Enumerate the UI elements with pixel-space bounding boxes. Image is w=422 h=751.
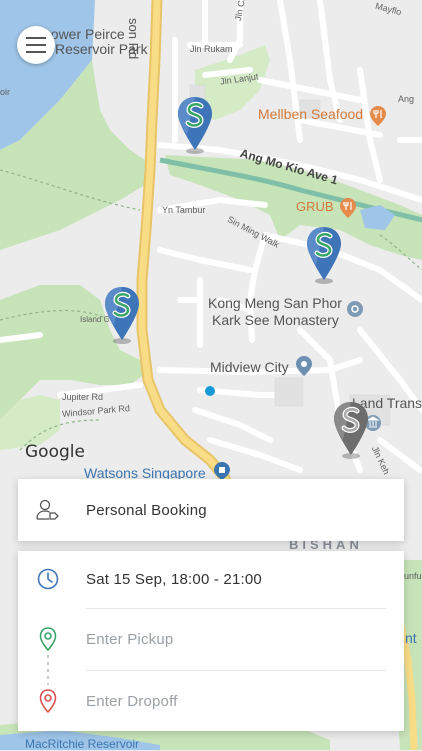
label-grub: GRUB: [296, 199, 334, 214]
dropoff-location-pin-icon: [36, 689, 60, 713]
label-jupiter-rd: Jupiter Rd: [62, 392, 104, 402]
current-location-dot: [205, 386, 215, 396]
pickup-location-pin-icon: [36, 627, 60, 651]
label-unfu: unfu: [404, 571, 422, 581]
label-lower-peirce: Lower Peirce: [43, 26, 125, 42]
dropoff-placeholder: Enter Dropoff: [86, 692, 178, 710]
datetime-selector[interactable]: Sat 15 Sep, 18:00 - 21:00: [18, 551, 404, 607]
label-midview-city: Midview City: [210, 359, 289, 375]
menu-button[interactable]: [17, 26, 55, 64]
restaurant-poi-icon[interactable]: [370, 106, 386, 126]
user-tag-icon: [36, 498, 60, 522]
label-son-rd: son Rd: [126, 18, 141, 60]
dropoff-field[interactable]: Enter Dropoff: [18, 671, 404, 731]
car-location-pin-icon[interactable]: [175, 95, 215, 155]
label-ang: Ang: [398, 94, 415, 104]
clock-icon: [36, 567, 60, 591]
car-location-pin-icon[interactable]: [102, 285, 142, 345]
label-kark-see: Kark See Monastery: [212, 312, 339, 328]
car-location-pin-unavailable-icon[interactable]: [331, 400, 371, 460]
pickup-field[interactable]: Enter Pickup: [18, 609, 404, 669]
hamburger-menu-icon: [26, 37, 46, 53]
label-kong-meng: Kong Meng San Phor: [208, 295, 342, 311]
trip-details-card: Sat 15 Sep, 18:00 - 21:00 Enter Pickup E…: [18, 551, 404, 731]
label-nt: nt: [405, 630, 417, 646]
shopping-poi-icon[interactable]: [214, 462, 230, 480]
label-yn-tambur: Yn Tambur: [162, 205, 206, 215]
booking-type-label: Personal Booking: [86, 501, 207, 519]
label-macritchie: MacRitchie Reservoir: [25, 737, 140, 751]
grub-poi-icon[interactable]: [340, 198, 356, 218]
datetime-value: Sat 15 Sep, 18:00 - 21:00: [86, 570, 262, 588]
label-watsons: Watsons Singapore: [84, 465, 206, 481]
label-oir: oir: [0, 87, 11, 97]
label-jln-rukam: Jln Rukam: [190, 44, 233, 54]
midview-poi-icon[interactable]: [296, 356, 312, 376]
booking-type-selector[interactable]: Personal Booking: [18, 479, 404, 541]
car-location-pin-icon[interactable]: [304, 225, 344, 285]
pickup-placeholder: Enter Pickup: [86, 630, 174, 648]
label-mellben-seafood: Mellben Seafood: [258, 106, 364, 122]
booking-type-card[interactable]: Personal Booking: [18, 479, 404, 541]
temple-poi-icon[interactable]: [346, 300, 364, 318]
google-logo: Google: [25, 442, 85, 462]
